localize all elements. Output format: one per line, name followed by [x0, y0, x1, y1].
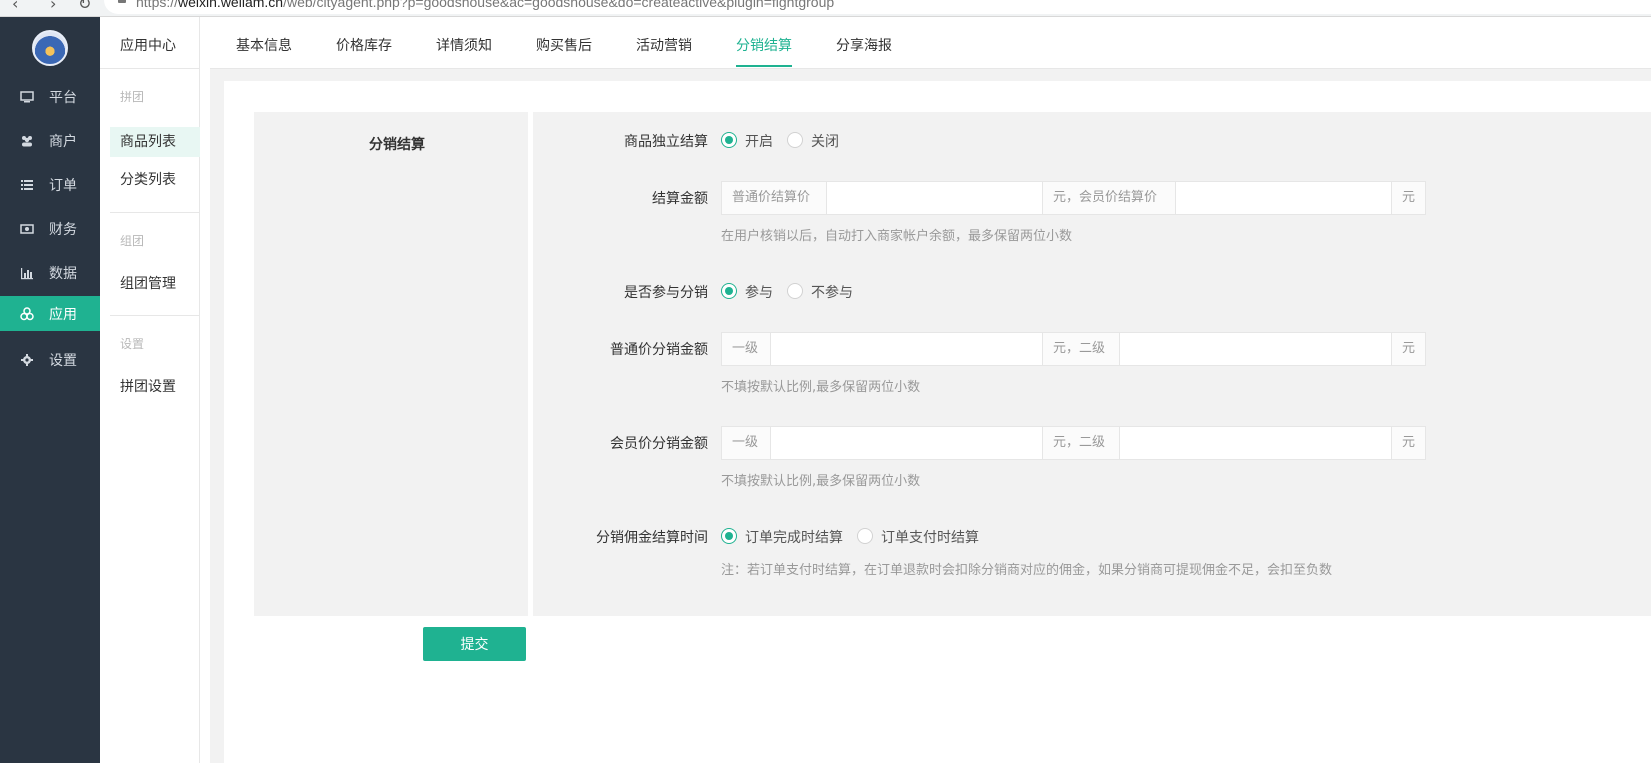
normal-commission-label: 普通价分销金额 [610, 342, 708, 358]
member-settle-price-input[interactable] [1176, 182, 1391, 214]
settle-amount-label: 结算金额 [652, 191, 708, 207]
sidebar-item-apps[interactable]: 应用 [0, 296, 100, 331]
input-addon: 元 [1391, 182, 1425, 214]
radio-commission-pay[interactable] [857, 528, 873, 544]
sidebar-item-platform[interactable]: 平台 [0, 79, 100, 114]
sidebar-item-label: 数据 [49, 266, 77, 282]
sidebar-item-label: 订单 [49, 178, 77, 194]
lock-icon [118, 0, 126, 3]
radio-join-no[interactable] [787, 283, 803, 299]
divider [110, 212, 200, 213]
logo[interactable] [32, 30, 68, 66]
browser-bar: ‹ › ↻ https://weixin.weliam.cn/web/citya… [0, 0, 1651, 17]
forward-icon[interactable]: › [50, 0, 56, 13]
users-icon [22, 136, 32, 147]
radio-join-no-label[interactable]: 不参与 [811, 282, 853, 302]
sidebar-item-settings[interactable]: 设置 [0, 342, 100, 377]
subnav-item-group-management[interactable]: 组团管理 [110, 269, 200, 299]
radio-commission-complete[interactable] [721, 528, 737, 544]
input-addon: 元，二级 [1042, 333, 1120, 365]
member-commission-input-group: 一级 元，二级 元 [721, 426, 1426, 460]
tab-share-poster[interactable]: 分享海报 [836, 35, 892, 55]
radio-commission-complete-label[interactable]: 订单完成时结算 [745, 527, 843, 547]
sidebar-item-label: 平台 [49, 90, 77, 106]
help-text: 不填按默认比例,最多保留两位小数 [721, 380, 921, 395]
radio-join-yes[interactable] [721, 283, 737, 299]
reload-icon[interactable]: ↻ [78, 0, 91, 13]
sidebar-item-orders[interactable]: 订单 [0, 167, 100, 202]
subnav-group-heading: 拼团 [120, 90, 145, 104]
help-text: 不填按默认比例,最多保留两位小数 [721, 474, 921, 489]
input-addon: 元 [1391, 427, 1425, 459]
subnav-group-heading: 设置 [120, 337, 145, 351]
sidebar-item-label: 商户 [49, 134, 77, 150]
radio-settle-on-label[interactable]: 开启 [745, 131, 773, 151]
commission-time-label: 分销佣金结算时间 [596, 530, 708, 546]
subnav-item-category-list[interactable]: 分类列表 [110, 165, 200, 195]
tab-price-stock[interactable]: 价格库存 [336, 35, 392, 55]
list-icon [21, 180, 33, 190]
subnav-item-product-list[interactable]: 商品列表 [110, 127, 200, 157]
settle-amount-input-group: 普通价结算价 元，会员价结算价 元 [721, 181, 1426, 215]
sidebar-item-label: 应用 [49, 307, 77, 323]
divider [110, 315, 200, 316]
back-icon[interactable]: ‹ [12, 0, 18, 13]
normal-level1-input[interactable] [771, 333, 1042, 365]
help-text: 在用户核销以后，自动打入商家帐户余额，最多保留两位小数 [721, 229, 1073, 244]
input-addon: 元，会员价结算价 [1042, 182, 1176, 214]
tab-bar: 基本信息 价格库存 详情须知 购买售后 活动营销 分销结算 分享海报 [210, 17, 1651, 69]
input-addon: 元 [1391, 333, 1425, 365]
member-commission-label: 会员价分销金额 [610, 436, 708, 452]
input-addon: 普通价结算价 [722, 182, 827, 214]
input-addon: 一级 [722, 333, 771, 365]
tab-basic-info[interactable]: 基本信息 [236, 35, 292, 55]
url-text[interactable]: https://weixin.weliam.cn/web/cityagent.p… [136, 0, 834, 10]
member-level2-input[interactable] [1120, 427, 1391, 459]
join-distribution-label: 是否参与分销 [624, 285, 708, 301]
money-icon [20, 224, 34, 234]
tab-after-sales[interactable]: 购买售后 [536, 35, 592, 55]
normal-commission-input-group: 一级 元，二级 元 [721, 332, 1426, 366]
sidebar-item-label: 财务 [49, 222, 77, 238]
tab-details-notice[interactable]: 详情须知 [436, 35, 492, 55]
subnav-item-group-settings[interactable]: 拼团设置 [110, 372, 200, 402]
divider [100, 68, 200, 69]
tab-distribution-settlement[interactable]: 分销结算 [736, 35, 792, 55]
sub-sidebar: 应用中心 拼团 商品列表 分类列表 组团 组团管理 设置 拼团设置 [100, 17, 200, 763]
sidebar-item-merchant[interactable]: 商户 [0, 123, 100, 158]
section-title: 分销结算 [369, 137, 425, 153]
input-addon: 元，二级 [1042, 427, 1120, 459]
monitor-icon [20, 91, 34, 103]
help-text: 注：若订单支付时结算，在订单退款时会扣除分销商对应的佣金，如果分销商可提现佣金不… [721, 563, 1333, 578]
bar-chart-icon [21, 268, 33, 280]
radio-commission-pay-label[interactable]: 订单支付时结算 [881, 527, 979, 547]
radio-join-yes-label[interactable]: 参与 [745, 282, 773, 302]
tab-marketing[interactable]: 活动营销 [636, 35, 692, 55]
submit-button[interactable]: 提交 [423, 627, 526, 661]
radio-settle-off-label[interactable]: 关闭 [811, 131, 839, 151]
active-tab-indicator [736, 65, 792, 67]
sidebar-item-data[interactable]: 数据 [0, 255, 100, 290]
sidebar-item-finance[interactable]: 财务 [0, 211, 100, 246]
radio-settle-on[interactable] [721, 132, 737, 148]
cubes-icon [20, 307, 34, 321]
radio-settle-off[interactable] [787, 132, 803, 148]
sidebar-item-label: 设置 [49, 353, 77, 369]
main-sidebar: 平台 商户 订单 财务 数据 应用 设置 [0, 17, 100, 763]
subnav-group-heading: 组团 [120, 234, 145, 248]
input-addon: 一级 [722, 427, 771, 459]
gear-icon [21, 354, 33, 366]
normal-settle-price-input[interactable] [827, 182, 1042, 214]
subnav-title[interactable]: 应用中心 [120, 35, 176, 55]
form-area: 商品独立结算 开启 关闭 结算金额 普通价结算价 元，会员价结算价 元 在用户核… [533, 112, 1651, 616]
normal-level2-input[interactable] [1120, 333, 1391, 365]
independent-settle-label: 商品独立结算 [624, 134, 708, 150]
member-level1-input[interactable] [771, 427, 1042, 459]
section-header-column: 分销结算 [254, 112, 528, 616]
